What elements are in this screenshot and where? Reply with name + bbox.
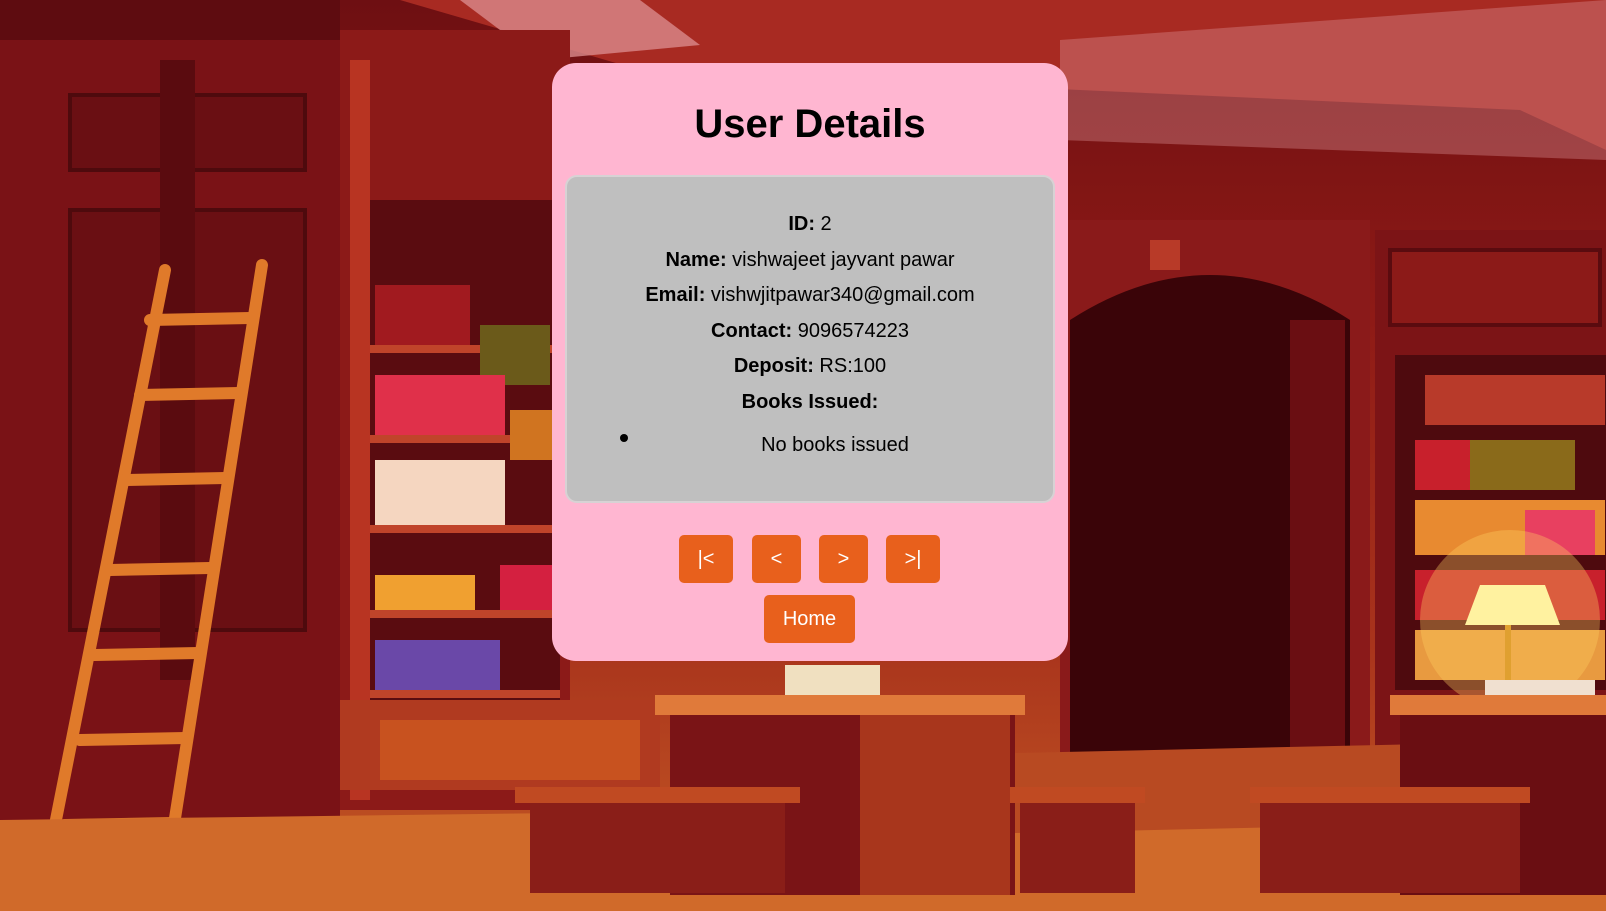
- id-row: ID: 2: [565, 211, 1055, 237]
- contact-label: Contact:: [711, 320, 793, 342]
- email-label: Email:: [645, 284, 706, 306]
- id-value: 2: [820, 213, 832, 235]
- email-value: vishwjitpawar340@gmail.com: [710, 284, 975, 306]
- id-label: ID:: [788, 213, 815, 235]
- first-page-button[interactable]: |<: [679, 535, 733, 583]
- deposit-value: RS:100: [819, 355, 887, 377]
- name-row: Name: vishwajeet jayvant pawar: [565, 247, 1055, 273]
- name-value: vishwajeet jayvant pawar: [732, 249, 955, 271]
- last-page-button[interactable]: >|: [886, 535, 940, 583]
- list-bullet-icon: [620, 434, 628, 442]
- library-background: User Details ID: 2 Name: vishwajeet jayv…: [0, 0, 1606, 911]
- email-row: Email: vishwjitpawar340@gmail.com: [565, 282, 1055, 308]
- name-label: Name:: [665, 249, 727, 271]
- next-page-button[interactable]: >: [819, 535, 868, 583]
- contact-row: Contact: 9096574223: [565, 318, 1055, 344]
- books-list-item: No books issued: [761, 434, 909, 456]
- books-issued-heading: Books Issued:: [565, 389, 1055, 415]
- page-title: User Details: [694, 102, 926, 146]
- books-issued-label: Books Issued:: [741, 391, 879, 413]
- deposit-label: Deposit:: [733, 355, 814, 377]
- contact-value: 9096574223: [797, 320, 909, 342]
- previous-page-button[interactable]: <: [752, 535, 801, 583]
- deposit-row: Deposit: RS:100: [565, 353, 1055, 379]
- home-button[interactable]: Home: [764, 595, 855, 643]
